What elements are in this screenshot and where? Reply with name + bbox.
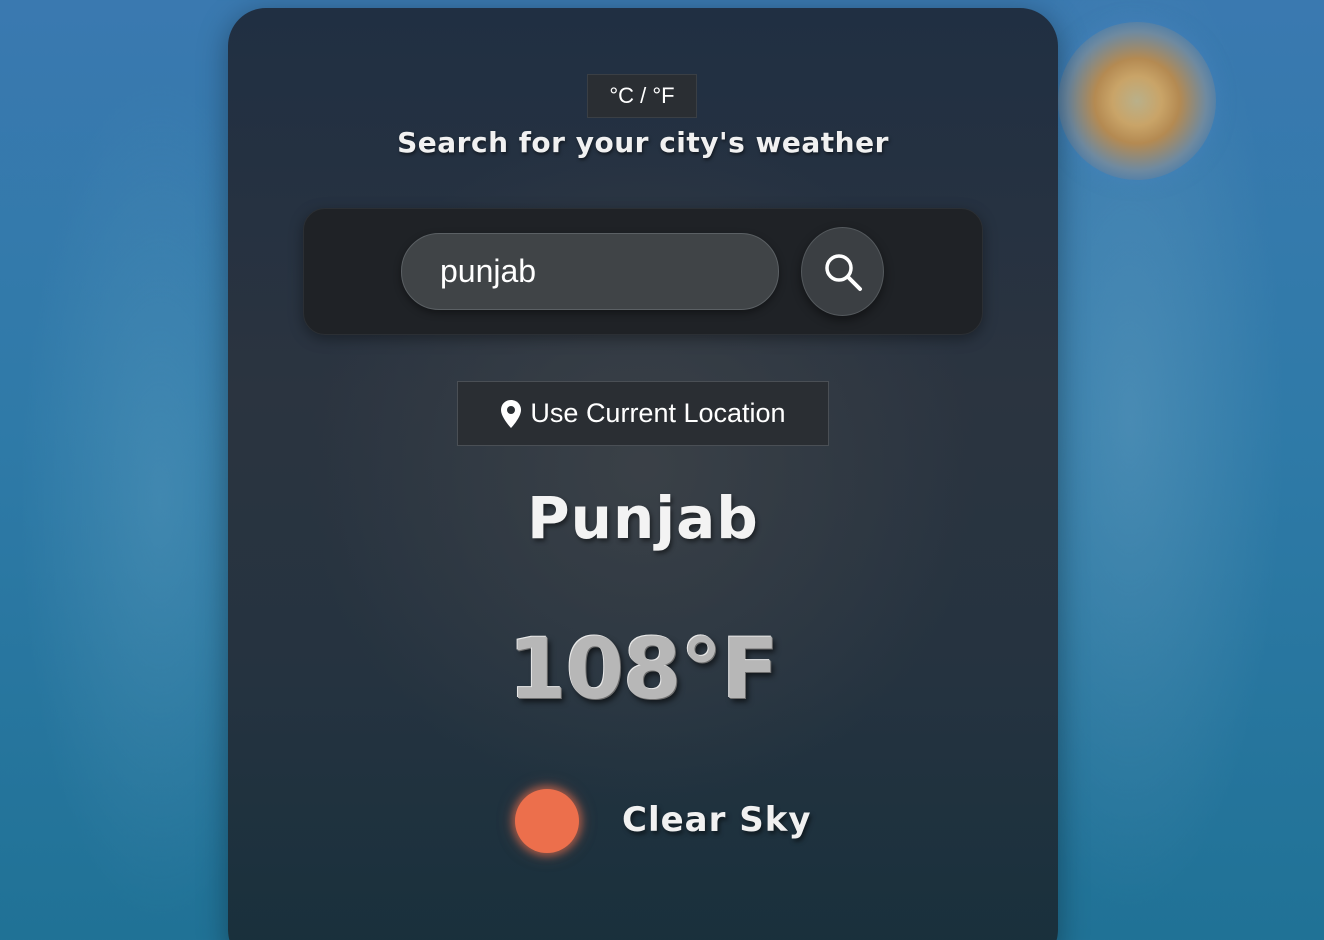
- search-button[interactable]: [801, 227, 884, 316]
- sun-icon: [515, 789, 579, 853]
- city-search-input[interactable]: [401, 233, 779, 310]
- background-sun-decoration: [1058, 22, 1216, 180]
- page-subtitle: Search for your city's weather: [397, 126, 889, 159]
- search-icon: [824, 253, 862, 291]
- map-pin-icon: [501, 399, 522, 428]
- use-current-location-button[interactable]: Use Current Location: [457, 381, 829, 446]
- use-current-location-label: Use Current Location: [530, 398, 786, 428]
- temperature-value: 108°F: [508, 620, 779, 718]
- weather-condition: Clear Sky: [622, 800, 812, 840]
- unit-toggle-button[interactable]: °C / °F: [587, 74, 697, 118]
- city-name: Punjab: [527, 484, 759, 552]
